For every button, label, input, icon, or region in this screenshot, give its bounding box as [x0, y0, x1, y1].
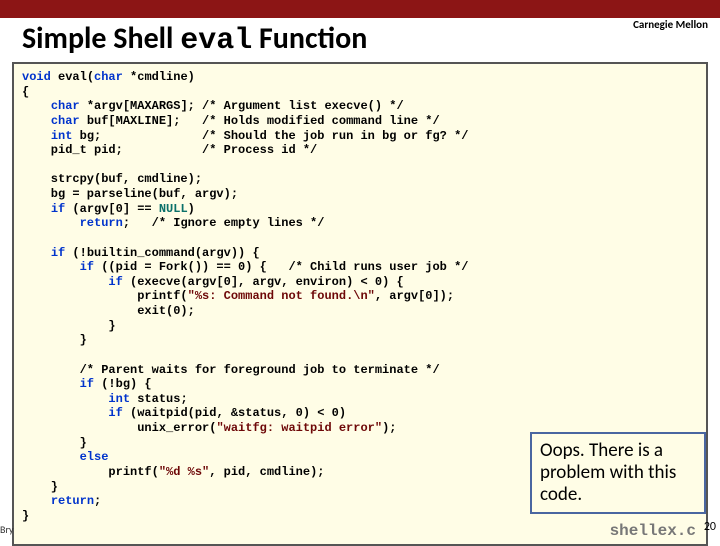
slide-title: Simple Shell eval Function [0, 18, 720, 62]
title-prefix: Simple Shell [22, 20, 180, 57]
page-number: 20 [704, 520, 716, 534]
slide-top-bar [0, 0, 720, 18]
brand-label: Carnegie Mellon [633, 18, 708, 31]
title-code: eval [180, 24, 252, 58]
attribution: Bry [0, 523, 14, 536]
source-filename: shellex.c [610, 522, 696, 542]
title-suffix: Function [252, 20, 367, 57]
kw-void: void [22, 70, 51, 84]
kw-char: char [94, 70, 123, 84]
callout-note: Oops. There is a problem with this code. [530, 432, 706, 514]
